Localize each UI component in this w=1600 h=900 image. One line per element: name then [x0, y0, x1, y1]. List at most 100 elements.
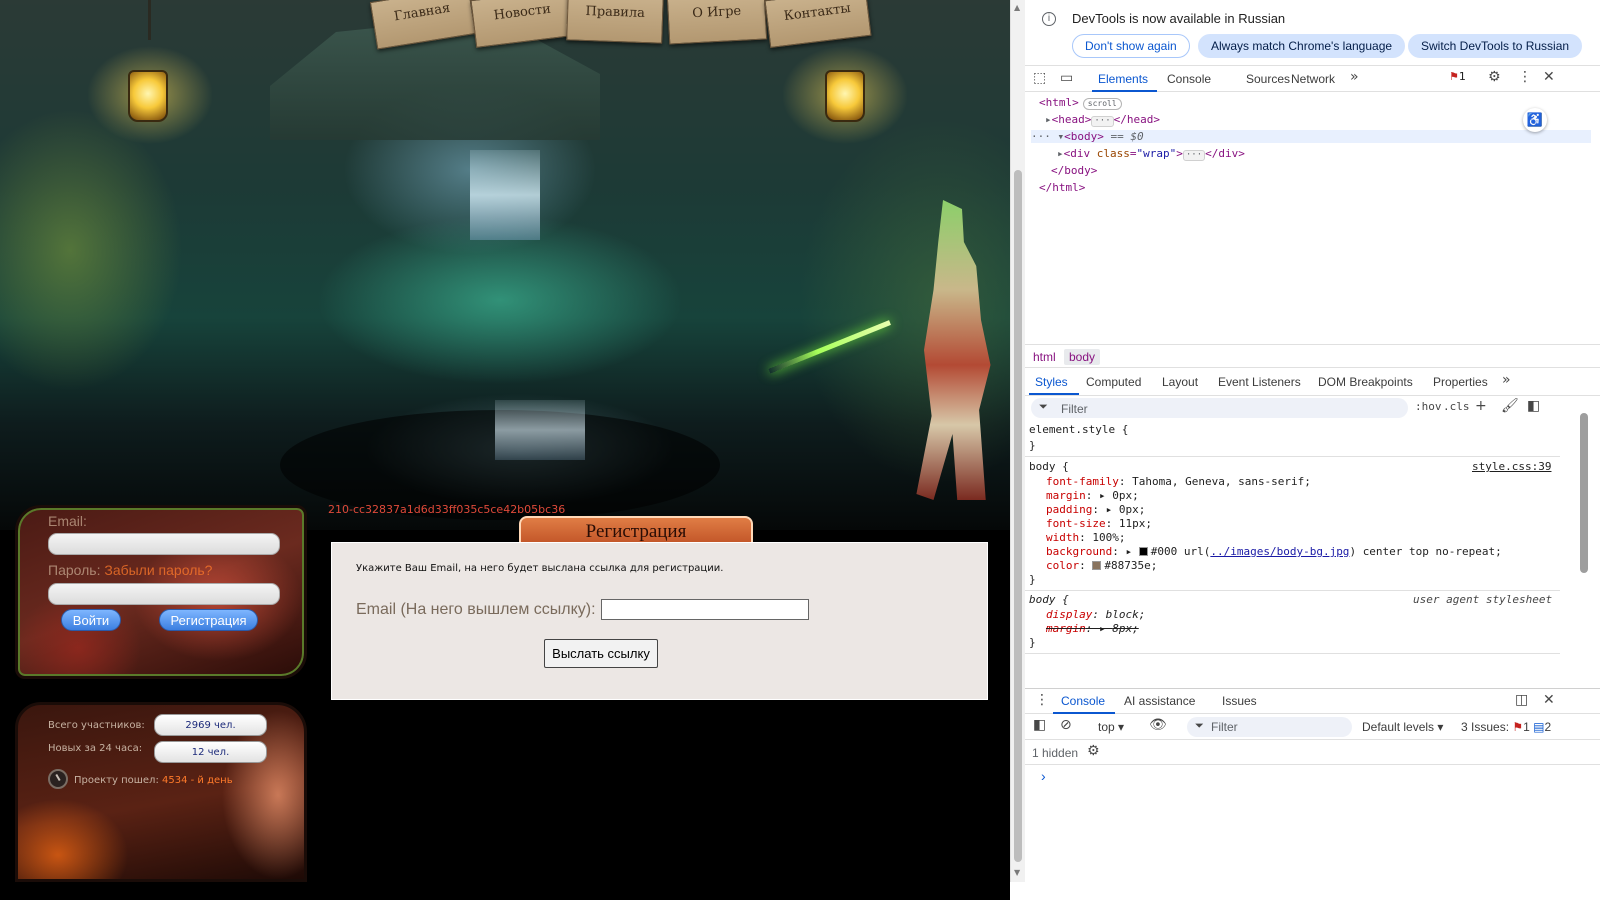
body-rule-selector[interactable]: body { — [1029, 460, 1069, 473]
breadcrumb-body[interactable]: body — [1064, 349, 1101, 365]
website-viewport: Главная Новости Правила О Игре Контакты … — [0, 0, 1010, 900]
dom-html-close[interactable]: </html> — [1039, 181, 1085, 194]
breadcrumb: html body — [1025, 344, 1600, 368]
registration-email-input[interactable] — [601, 599, 809, 620]
close-devtools-icon[interactable]: ✕ — [1543, 69, 1555, 85]
expand-triangle-icon[interactable]: ▸ — [1057, 147, 1064, 160]
tab-elements[interactable]: Elements — [1098, 72, 1148, 86]
dock-drawer-icon[interactable]: ◫ — [1515, 692, 1528, 708]
log-levels-dropdown[interactable]: Default levels ▾ — [1362, 720, 1443, 734]
project-days-value: 4534 - й день — [162, 775, 233, 786]
clear-console-icon[interactable]: ⊘ — [1060, 717, 1072, 733]
dom-html-node[interactable]: <html> scroll — [1039, 96, 1122, 110]
tab-styles[interactable]: Styles — [1035, 375, 1068, 389]
nav-rules[interactable]: Правила — [566, 0, 664, 44]
login-button[interactable]: Войти — [61, 609, 121, 631]
decl-color[interactable]: color: #88735e; — [1046, 559, 1157, 572]
tab-sources[interactable]: Sources — [1246, 72, 1290, 86]
scroll-down-arrow-icon[interactable]: ▼ — [1014, 868, 1020, 877]
expand-triangle-icon[interactable]: ▸ — [1045, 113, 1052, 126]
scroll-up-arrow-icon[interactable]: ▲ — [1014, 3, 1020, 12]
row-more-icon[interactable]: ··· — [1031, 130, 1051, 143]
nav-about-game[interactable]: О Игре — [666, 0, 768, 45]
decl-width[interactable]: width: 100%; — [1046, 531, 1126, 544]
page-scrollbar-thumb[interactable] — [1014, 170, 1022, 862]
styles-pane: element.style { } body { style.css:39 fo… — [1025, 421, 1560, 681]
accessibility-tree-icon[interactable]: ♿ — [1523, 108, 1547, 132]
project-days-label: Проекту пошел: — [74, 775, 159, 786]
dom-body-node[interactable]: ··· ▾<body> == $0 — [1031, 130, 1591, 143]
tab-dom-breakpoints[interactable]: DOM Breakpoints — [1318, 375, 1413, 389]
context-selector[interactable]: top ▾ — [1098, 720, 1124, 734]
collapsed-ellipsis-icon[interactable]: ··· — [1091, 116, 1114, 127]
decl-margin[interactable]: margin: ▸ 0px; — [1046, 489, 1139, 502]
prop-background: background — [1046, 545, 1113, 558]
drawer-tab-ai-assistance[interactable]: AI assistance — [1124, 694, 1195, 708]
ua-rule-selector[interactable]: body { — [1029, 593, 1069, 606]
drawer-tab-issues[interactable]: Issues — [1222, 694, 1257, 708]
tab-computed[interactable]: Computed — [1086, 375, 1141, 389]
new-style-rule-icon[interactable]: + — [1475, 398, 1487, 414]
decl-font-size[interactable]: font-size: 11px; — [1046, 517, 1152, 530]
tab-properties[interactable]: Properties — [1433, 375, 1488, 389]
new-members-value: 12 чел. — [154, 741, 267, 763]
registration-instruction: Укажите Ваш Email, на него будет выслана… — [356, 563, 724, 574]
scroll-badge[interactable]: scroll — [1082, 98, 1122, 110]
issues-flag-icon[interactable]: ⚑1 — [1449, 70, 1466, 83]
console-settings-gear-icon[interactable]: ⚙ — [1087, 743, 1100, 759]
drawer-menu-icon[interactable]: ⋮ — [1035, 692, 1049, 708]
dom-head-node[interactable]: ▸<head> ··· </head> — [1045, 113, 1160, 127]
send-link-button[interactable]: Выслать ссылку — [544, 639, 658, 668]
toggle-hover-state[interactable]: :hov — [1415, 400, 1442, 413]
tab-network[interactable]: Network — [1291, 72, 1335, 86]
paint-brush-icon[interactable]: 🖌 — [1501, 398, 1519, 414]
breadcrumb-html[interactable]: html — [1028, 349, 1061, 365]
lower-waterfall-art — [495, 400, 585, 460]
more-tabs-chevron-icon[interactable]: » — [1350, 69, 1359, 85]
expand-triangle-icon[interactable]: ▸ — [1125, 545, 1132, 558]
styles-filter-input[interactable]: ⏷ Filter — [1031, 398, 1408, 418]
switch-to-russian-button[interactable]: Switch DevTools to Russian — [1408, 34, 1583, 58]
live-expression-eye-icon[interactable]: 👁 — [1149, 717, 1167, 733]
dont-show-again-button[interactable]: Don't show again — [1072, 34, 1190, 58]
style-source-link[interactable]: style.css:39 — [1472, 460, 1551, 473]
decl-background[interactable]: background: ▸ #000 url(../images/body-bg… — [1046, 545, 1502, 558]
close-drawer-icon[interactable]: ✕ — [1543, 692, 1555, 708]
console-prompt-icon[interactable]: › — [1041, 768, 1046, 784]
console-sidebar-icon[interactable]: ◧ — [1033, 717, 1046, 733]
match-chrome-language-button[interactable]: Always match Chrome's language — [1198, 34, 1406, 58]
collapse-triangle-icon[interactable]: ▾ — [1051, 130, 1064, 143]
background-url-link[interactable]: ../images/body-bg.jpg — [1210, 545, 1349, 558]
toggle-classes[interactable]: .cls — [1443, 400, 1470, 413]
inspect-element-icon[interactable]: ⬚ — [1033, 70, 1046, 86]
register-button[interactable]: Регистрация — [159, 609, 258, 631]
login-password-input[interactable] — [48, 583, 280, 605]
settings-gear-icon[interactable]: ⚙ — [1488, 69, 1501, 85]
drawer-tab-console[interactable]: Console — [1061, 694, 1105, 708]
dom-div-wrap-node[interactable]: ▸<div class="wrap"> ··· </div> — [1057, 147, 1245, 161]
head-close-tag: </head> — [1113, 113, 1160, 126]
collapsed-ellipsis-icon[interactable]: ··· — [1182, 150, 1206, 161]
color-swatch-black[interactable] — [1138, 547, 1148, 556]
tab-event-listeners[interactable]: Event Listeners — [1218, 375, 1301, 389]
decl-font-family[interactable]: font-family: Tahoma, Geneva, sans-serif; — [1046, 475, 1311, 488]
color-swatch-text[interactable] — [1092, 561, 1102, 570]
more-subtabs-chevron-icon[interactable]: » — [1502, 372, 1511, 388]
element-style-selector[interactable]: element.style { — [1029, 423, 1128, 436]
login-email-input[interactable] — [48, 533, 280, 555]
toggle-sidebar-icon[interactable]: ◧ — [1527, 398, 1540, 414]
decl-padding[interactable]: padding: ▸ 0px; — [1046, 503, 1145, 516]
expand-triangle-icon[interactable]: ▸ — [1099, 489, 1106, 502]
tab-console[interactable]: Console — [1167, 72, 1211, 86]
expand-triangle-icon[interactable]: ▸ — [1106, 503, 1113, 516]
tag-gt: > — [1176, 147, 1183, 160]
console-filter-input[interactable]: ⏷ Filter — [1187, 717, 1352, 737]
dom-body-close[interactable]: </body> — [1051, 164, 1097, 177]
page-scrollbar[interactable]: ▲ ▼ — [1010, 0, 1025, 882]
styles-scrollbar-thumb[interactable] — [1580, 413, 1588, 573]
tab-layout[interactable]: Layout — [1162, 375, 1198, 389]
forgot-password-link[interactable]: Забыли пароль? — [104, 562, 212, 578]
issues-counter[interactable]: 3 Issues: ⚑1 ▤2 — [1461, 720, 1551, 734]
more-options-icon[interactable]: ⋮ — [1518, 69, 1532, 85]
device-toolbar-icon[interactable]: ▭ — [1060, 70, 1073, 86]
